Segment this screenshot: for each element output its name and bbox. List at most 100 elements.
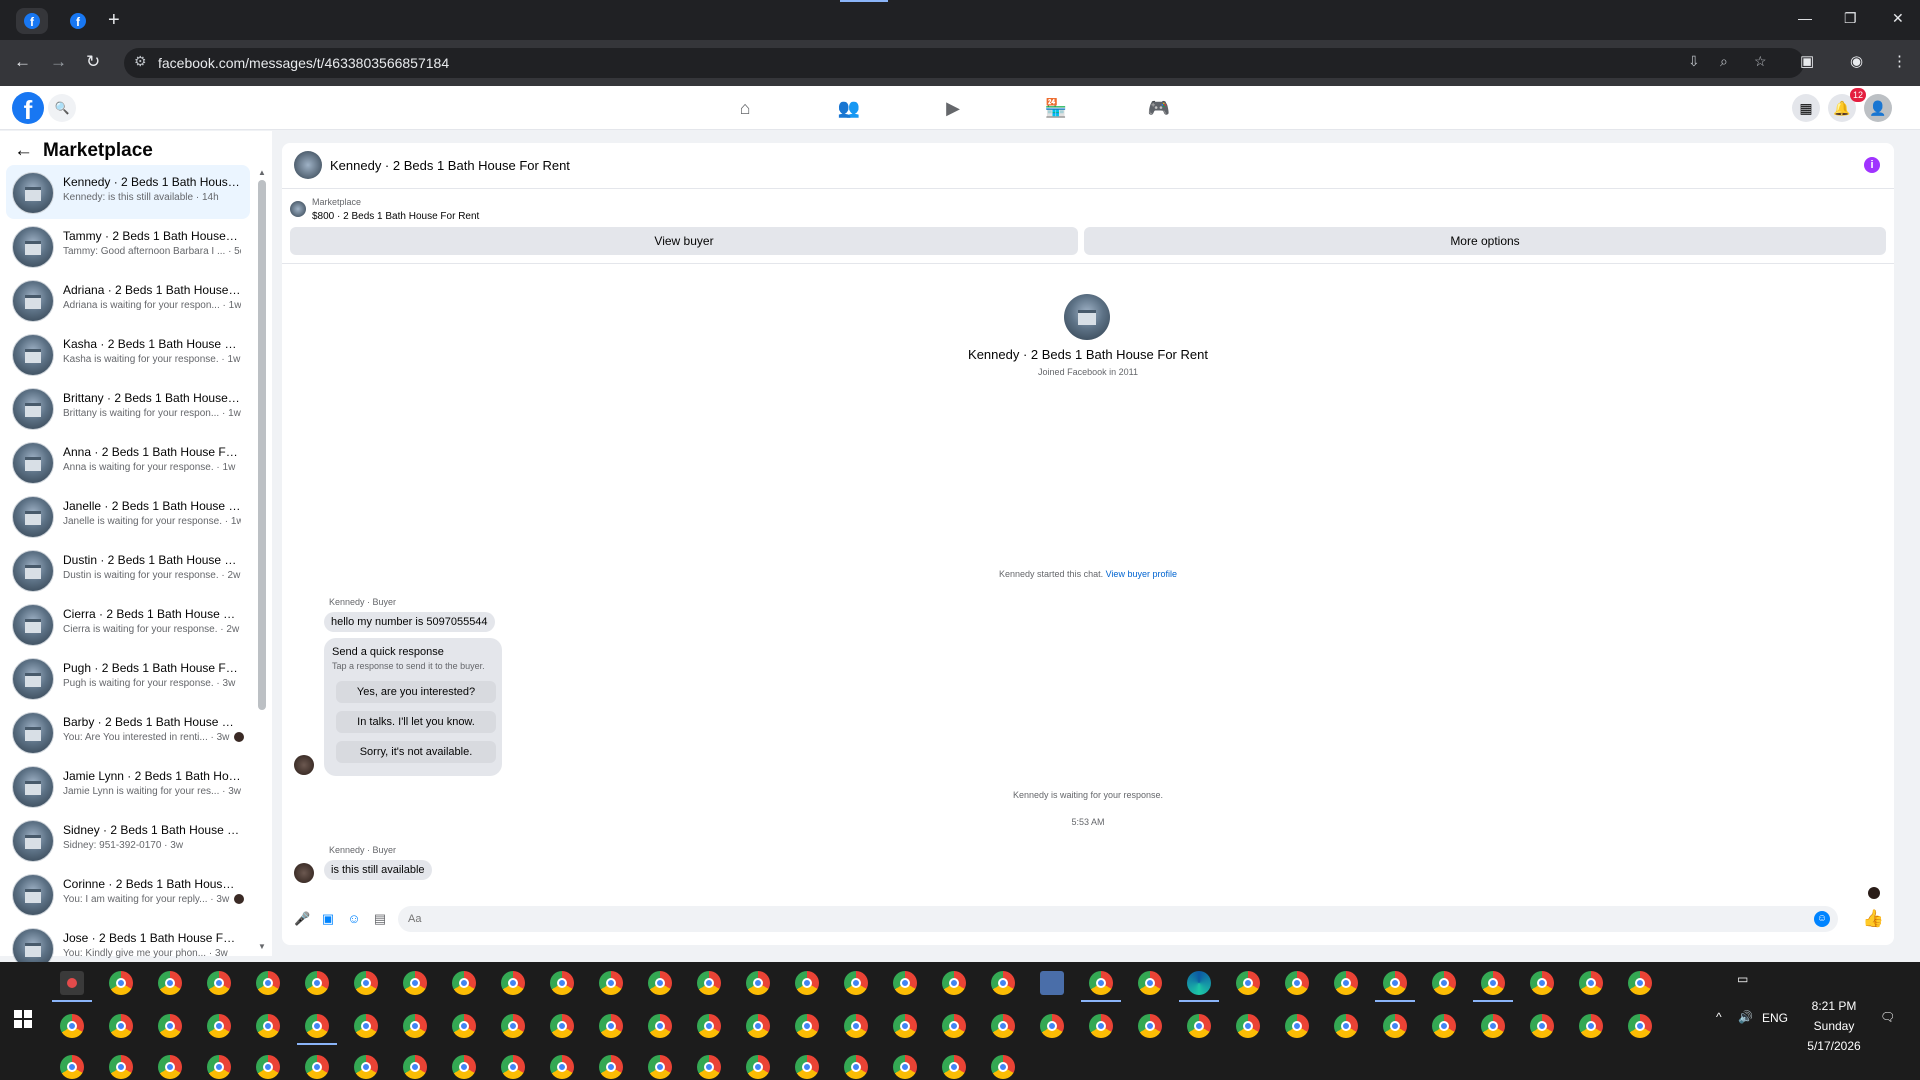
taskbar-app-icon[interactable] (1481, 1014, 1505, 1038)
profile-avatar[interactable] (1064, 294, 1110, 340)
taskbar-app-icon[interactable] (501, 971, 525, 995)
sticker-icon[interactable]: ☺ (346, 911, 362, 927)
taskbar-app-icon[interactable] (452, 1014, 476, 1038)
view-buyer-button[interactable]: View buyer (290, 227, 1078, 255)
gif-icon[interactable]: ▤ (372, 911, 388, 927)
tray-chevron-icon[interactable]: ^ (1716, 1010, 1722, 1024)
taskbar-app-icon[interactable] (158, 1055, 182, 1079)
install-app-icon[interactable]: ⇩ (1688, 53, 1700, 70)
profile-circle-icon[interactable]: ◉ (1850, 52, 1863, 70)
taskbar-app-icon[interactable] (60, 1014, 84, 1038)
taskbar-app-icon[interactable] (207, 971, 231, 995)
taskbar-app-icon[interactable] (893, 971, 917, 995)
taskbar-app-icon[interactable] (893, 1014, 917, 1038)
taskbar-app-icon[interactable] (942, 1014, 966, 1038)
taskbar-app-icon[interactable] (599, 1055, 623, 1079)
taskbar-app-icon[interactable] (1138, 1014, 1162, 1038)
taskbar-app-icon[interactable] (697, 971, 721, 995)
taskbar-app-icon[interactable] (942, 1055, 966, 1079)
taskbar-app-icon[interactable] (1187, 971, 1211, 995)
display-icon[interactable]: ▭ (1737, 972, 1748, 986)
conversation-item[interactable]: Pugh · 2 Beds 1 Bath House For Rent Pugh … (6, 651, 250, 705)
site-info-icon[interactable]: ⚙ (134, 53, 147, 70)
scroll-down-icon[interactable]: ▼ (258, 942, 266, 951)
sender-avatar[interactable] (294, 863, 314, 883)
taskbar-app-icon[interactable] (109, 1055, 133, 1079)
taskbar-app-icon[interactable] (452, 1055, 476, 1079)
taskbar-app-icon[interactable] (354, 1055, 378, 1079)
menu-grid-icon[interactable]: ▦ (1792, 94, 1820, 122)
taskbar-app-icon[interactable] (795, 971, 819, 995)
taskbar-app-icon[interactable] (844, 1055, 868, 1079)
taskbar-app-icon[interactable] (109, 1014, 133, 1038)
taskbar-app-icon[interactable] (256, 971, 280, 995)
back-arrow-icon[interactable]: ← (14, 52, 31, 72)
taskbar-app-icon[interactable] (1285, 971, 1309, 995)
taskbar-app-icon[interactable] (1138, 971, 1162, 995)
taskbar-app-icon[interactable] (1628, 1014, 1652, 1038)
taskbar-app-icon[interactable] (648, 1055, 672, 1079)
taskbar-app-icon[interactable] (1040, 971, 1064, 995)
taskbar-app-icon[interactable] (403, 1055, 427, 1079)
gaming-icon[interactable]: 🎮 (1147, 96, 1171, 120)
conversation-item[interactable]: Jamie Lynn · 2 Beds 1 Bath House For Ren… (6, 759, 250, 813)
back-arrow-icon[interactable]: ← (14, 140, 33, 161)
taskbar-app-icon[interactable] (942, 971, 966, 995)
info-icon[interactable]: i (1864, 157, 1880, 173)
quick-response-option[interactable]: Yes, are you interested? (336, 681, 496, 703)
taskbar-app-icon[interactable] (1628, 971, 1652, 995)
like-thumb-icon[interactable]: 👍 (1863, 909, 1884, 929)
conversation-item[interactable]: Brittany · 2 Beds 1 Bath House For Rent B… (6, 381, 250, 435)
taskbar-app-icon[interactable] (501, 1055, 525, 1079)
taskbar-app-icon[interactable] (648, 971, 672, 995)
taskbar-app-icon[interactable] (550, 1055, 574, 1079)
conversation-item[interactable]: Anna · 2 Beds 1 Bath House For Rent Anna … (6, 435, 250, 489)
close-window-icon[interactable]: ✕ (1892, 10, 1904, 27)
taskbar-app-icon[interactable] (991, 1055, 1015, 1079)
taskbar-app-icon[interactable] (256, 1014, 280, 1038)
taskbar-clock[interactable]: 8:21 PM Sunday 5/17/2026 (1802, 996, 1866, 1056)
conversation-item[interactable]: Kennedy · 2 Beds 1 Bath House For Rent Ke… (6, 165, 250, 219)
chat-title[interactable]: Kennedy · 2 Beds 1 Bath House For Rent (330, 158, 570, 173)
facebook-logo[interactable]: f (12, 92, 44, 124)
account-avatar[interactable]: 👤 (1864, 94, 1892, 122)
conversation-item[interactable]: Adriana · 2 Beds 1 Bath House For Rent Ad… (6, 273, 250, 327)
conversation-item[interactable]: Barby · 2 Beds 1 Bath House For Rent You:… (6, 705, 250, 759)
listing-summary[interactable]: Marketplace $800 · 2 Beds 1 Bath House F… (290, 195, 1890, 223)
taskbar-app-icon[interactable] (844, 971, 868, 995)
taskbar-app-icon[interactable] (1432, 971, 1456, 995)
sender-avatar[interactable] (294, 755, 314, 775)
taskbar-app-icon[interactable] (403, 971, 427, 995)
message-input[interactable] (398, 906, 1798, 932)
chat-avatar[interactable] (294, 151, 322, 179)
taskbar-app-icon[interactable] (1236, 1014, 1260, 1038)
taskbar-app-icon[interactable] (1383, 1014, 1407, 1038)
conversation-item[interactable]: Kasha · 2 Beds 1 Bath House For Rent Kash… (6, 327, 250, 381)
taskbar-app-icon[interactable] (550, 971, 574, 995)
taskbar-app-icon[interactable] (1481, 971, 1505, 995)
conversation-item[interactable]: Sidney · 2 Beds 1 Bath House For Rent Sid… (6, 813, 250, 867)
browser-tab-facebook-2[interactable]: f (62, 8, 94, 34)
quick-response-option[interactable]: Sorry, it's not available. (336, 741, 496, 763)
quick-response-option[interactable]: In talks. I'll let you know. (336, 711, 496, 733)
taskbar-app-icon[interactable] (1334, 971, 1358, 995)
taskbar-app-icon[interactable] (1383, 971, 1407, 995)
taskbar-app-icon[interactable] (1530, 971, 1554, 995)
friends-icon[interactable]: 👥 (837, 96, 861, 120)
taskbar-app-icon[interactable] (354, 971, 378, 995)
taskbar-app-icon[interactable] (991, 1014, 1015, 1038)
taskbar-app-icon[interactable] (746, 971, 770, 995)
taskbar-app-icon[interactable] (599, 971, 623, 995)
volume-icon[interactable]: 🔊 (1738, 1010, 1753, 1024)
taskbar-app-icon[interactable] (207, 1014, 231, 1038)
taskbar-app-icon[interactable] (403, 1014, 427, 1038)
side-panel-icon[interactable]: ▣ (1800, 52, 1814, 70)
taskbar-app-icon[interactable] (746, 1014, 770, 1038)
taskbar-app-icon[interactable] (60, 1055, 84, 1079)
taskbar-app-icon[interactable] (1334, 1014, 1358, 1038)
taskbar-app-icon[interactable] (1285, 1014, 1309, 1038)
minimize-icon[interactable]: — (1798, 10, 1812, 26)
taskbar-app-icon[interactable] (1432, 1014, 1456, 1038)
conversation-item[interactable]: Tammy · 2 Beds 1 Bath House For Rent Tamm… (6, 219, 250, 273)
taskbar-app-icon[interactable] (1040, 1014, 1064, 1038)
